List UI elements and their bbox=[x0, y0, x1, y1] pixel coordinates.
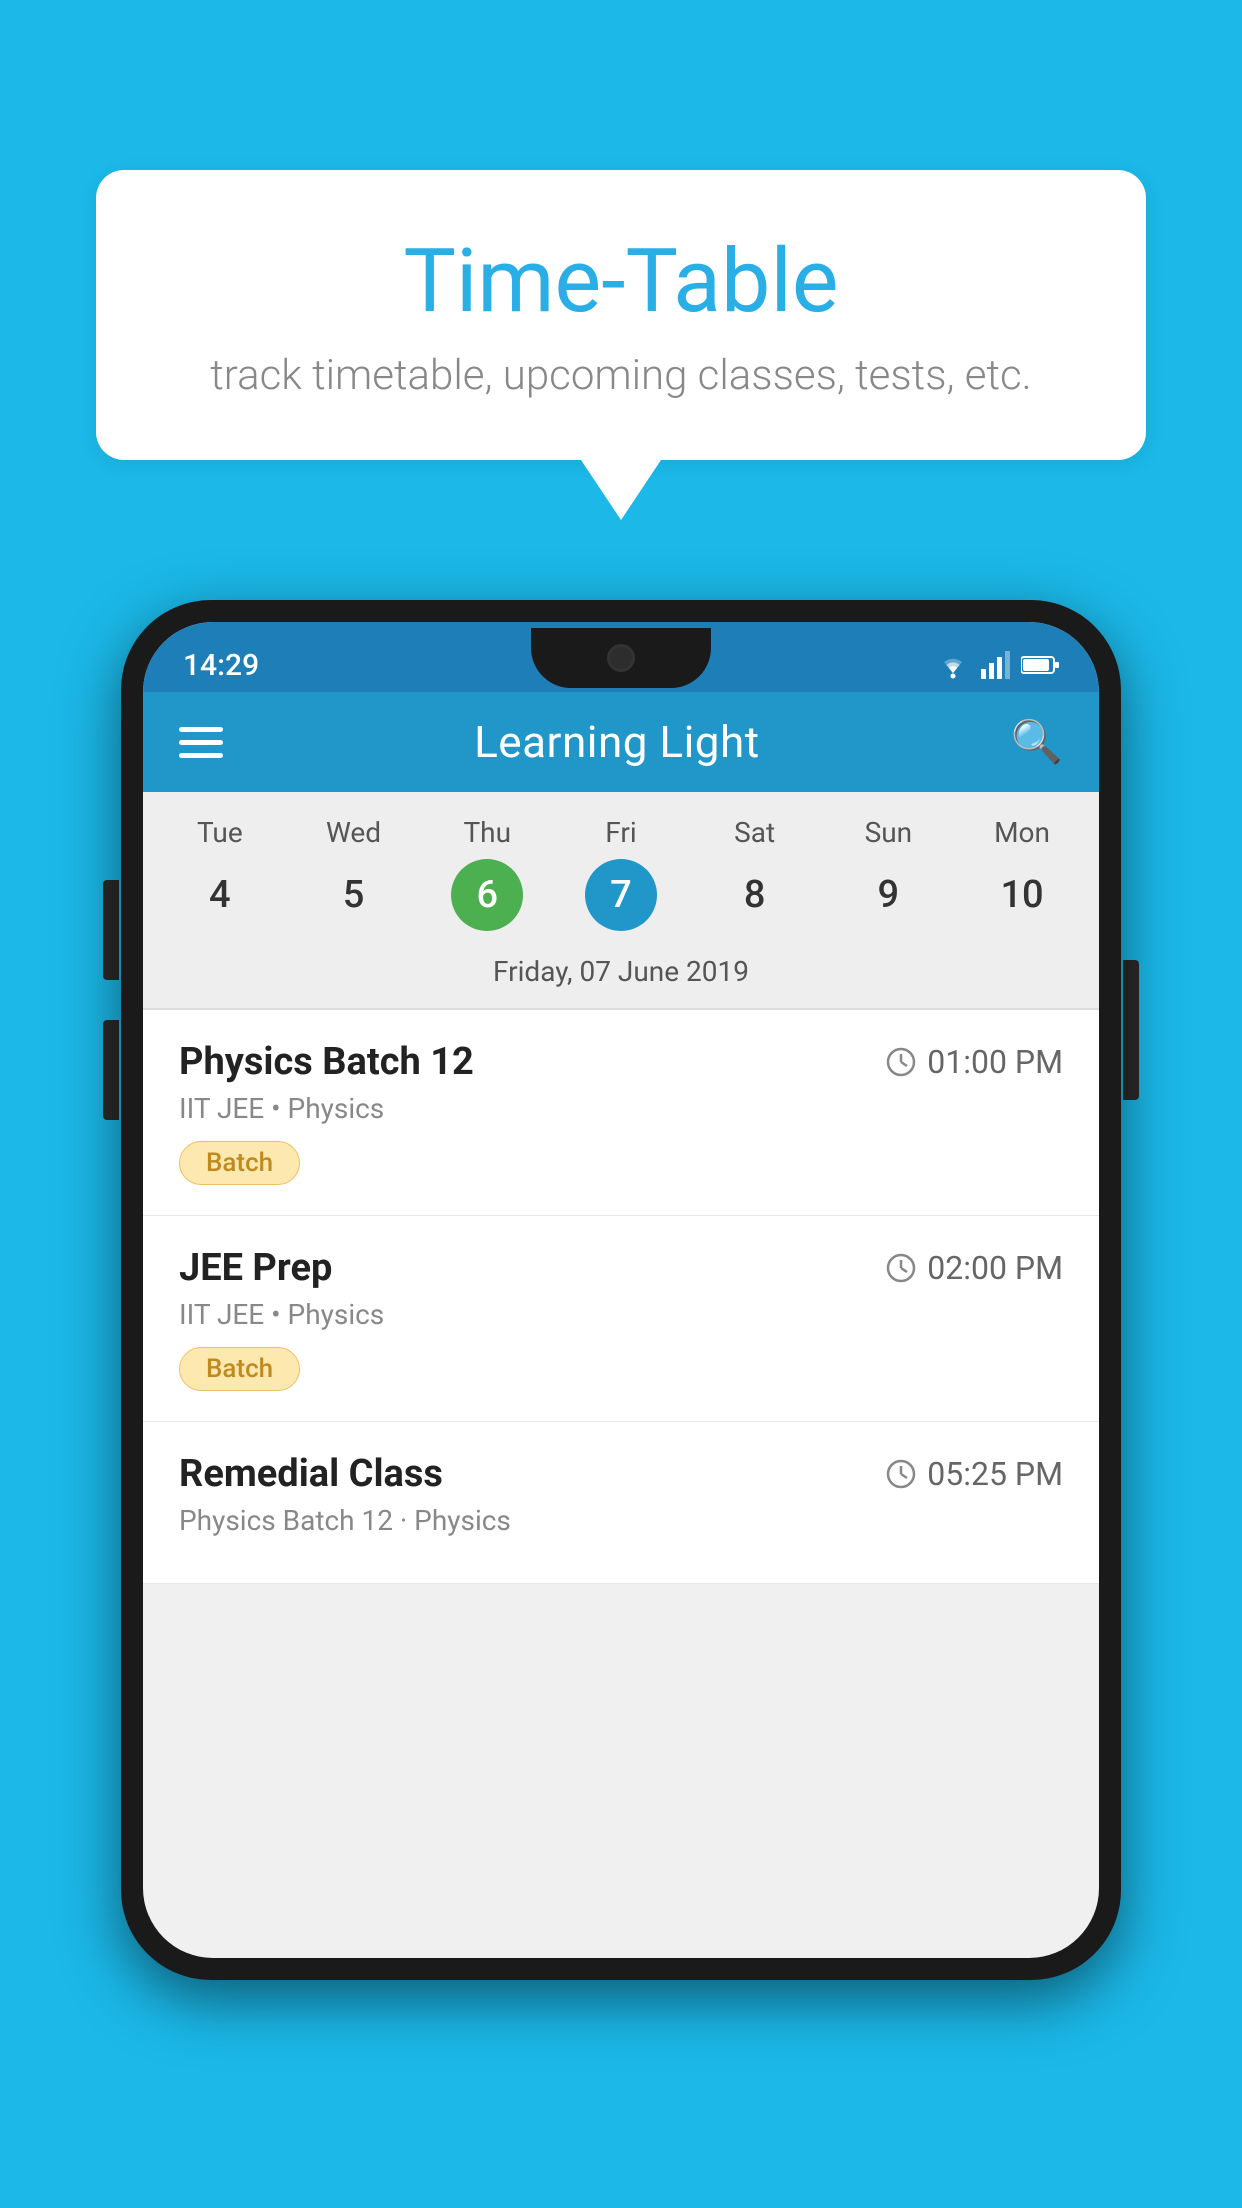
schedule-item-2[interactable]: JEE Prep 02:00 PM IIT JEE • Physics Batc… bbox=[143, 1216, 1099, 1422]
clock-icon-2 bbox=[885, 1252, 917, 1284]
schedule-item-3-title: Remedial Class bbox=[179, 1452, 443, 1496]
status-time: 14:29 bbox=[183, 648, 259, 683]
calendar-day-row: Tue 4 Wed 5 Thu 6 Fri 7 bbox=[153, 816, 1089, 939]
day-cell-thu[interactable]: Thu 6 bbox=[423, 816, 551, 931]
day-name-fri: Fri bbox=[605, 816, 636, 849]
phone-side-button-volume-up bbox=[103, 880, 119, 980]
day-name-tue: Tue bbox=[197, 816, 243, 849]
day-name-sun: Sun bbox=[865, 816, 913, 849]
day-cell-mon[interactable]: Mon 10 bbox=[958, 816, 1086, 931]
schedule-item-2-sub: IIT JEE • Physics bbox=[179, 1298, 1063, 1331]
day-num-tue: 4 bbox=[184, 859, 256, 931]
schedule-item-2-time: 02:00 PM bbox=[885, 1249, 1063, 1287]
calendar-strip: Tue 4 Wed 5 Thu 6 Fri 7 bbox=[143, 792, 1099, 1008]
speech-bubble-section: Time-Table track timetable, upcoming cla… bbox=[96, 170, 1146, 520]
schedule-item-1-title: Physics Batch 12 bbox=[179, 1040, 474, 1084]
phone-mockup: 14:29 bbox=[121, 600, 1121, 1980]
schedule-item-2-title: JEE Prep bbox=[179, 1246, 332, 1290]
app-bar-title: Learning Light bbox=[474, 716, 760, 768]
phone-frame: 14:29 bbox=[121, 600, 1121, 1980]
calendar-selected-date: Friday, 07 June 2019 bbox=[153, 939, 1089, 1008]
day-name-wed: Wed bbox=[326, 816, 381, 849]
day-cell-sun[interactable]: Sun 9 bbox=[824, 816, 952, 931]
day-num-sun: 9 bbox=[852, 859, 924, 931]
speech-bubble: Time-Table track timetable, upcoming cla… bbox=[96, 170, 1146, 460]
day-cell-fri[interactable]: Fri 7 bbox=[557, 816, 685, 931]
phone-side-button-power bbox=[1123, 960, 1139, 1100]
bubble-arrow bbox=[581, 460, 661, 520]
day-cell-tue[interactable]: Tue 4 bbox=[156, 816, 284, 931]
hamburger-line-3 bbox=[179, 753, 223, 758]
status-icons bbox=[935, 651, 1059, 679]
schedule-item-3-header: Remedial Class 05:25 PM bbox=[179, 1452, 1063, 1496]
search-icon[interactable]: 🔍 bbox=[1011, 718, 1063, 767]
day-num-sat: 8 bbox=[719, 859, 791, 931]
day-num-thu: 6 bbox=[451, 859, 523, 931]
battery-icon bbox=[1021, 655, 1059, 675]
phone-camera bbox=[607, 644, 635, 672]
phone-notch bbox=[531, 628, 711, 688]
phone-screen: 14:29 bbox=[143, 622, 1099, 1958]
schedule-item-2-badge: Batch bbox=[179, 1347, 300, 1391]
day-cell-wed[interactable]: Wed 5 bbox=[290, 816, 418, 931]
day-num-wed: 5 bbox=[318, 859, 390, 931]
schedule-item-2-header: JEE Prep 02:00 PM bbox=[179, 1246, 1063, 1290]
schedule-item-1-sub: IIT JEE • Physics bbox=[179, 1092, 1063, 1125]
hamburger-line-2 bbox=[179, 740, 223, 745]
bubble-subtitle: track timetable, upcoming classes, tests… bbox=[176, 351, 1066, 400]
signal-icon bbox=[981, 651, 1011, 679]
hamburger-line-1 bbox=[179, 727, 223, 732]
phone-side-button-volume-down bbox=[103, 1020, 119, 1120]
schedule-item-3-sub: Physics Batch 12 · Physics bbox=[179, 1504, 1063, 1537]
schedule-list: Physics Batch 12 01:00 PM IIT JEE • Phys… bbox=[143, 1010, 1099, 1584]
app-bar: Learning Light 🔍 bbox=[143, 692, 1099, 792]
day-name-thu: Thu bbox=[463, 816, 511, 849]
wifi-icon bbox=[935, 651, 971, 679]
schedule-item-3[interactable]: Remedial Class 05:25 PM Physics Batch 12… bbox=[143, 1422, 1099, 1584]
schedule-item-1-time: 01:00 PM bbox=[885, 1043, 1063, 1081]
bubble-title: Time-Table bbox=[176, 230, 1066, 333]
day-num-fri: 7 bbox=[585, 859, 657, 931]
day-cell-sat[interactable]: Sat 8 bbox=[691, 816, 819, 931]
clock-icon-3 bbox=[885, 1458, 917, 1490]
clock-icon-1 bbox=[885, 1046, 917, 1078]
day-name-sat: Sat bbox=[734, 816, 775, 849]
day-name-mon: Mon bbox=[994, 816, 1050, 849]
schedule-item-3-time: 05:25 PM bbox=[885, 1455, 1063, 1493]
schedule-item-1[interactable]: Physics Batch 12 01:00 PM IIT JEE • Phys… bbox=[143, 1010, 1099, 1216]
schedule-item-1-header: Physics Batch 12 01:00 PM bbox=[179, 1040, 1063, 1084]
day-num-mon: 10 bbox=[986, 859, 1058, 931]
schedule-item-1-badge: Batch bbox=[179, 1141, 300, 1185]
hamburger-menu[interactable] bbox=[179, 727, 223, 758]
